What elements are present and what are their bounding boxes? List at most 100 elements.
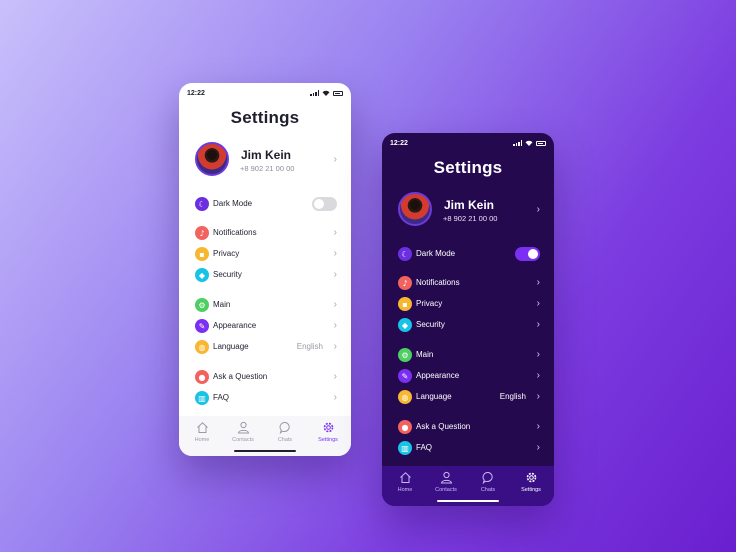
chevron-right-icon: › (333, 299, 337, 310)
dark-mode-row: ☾ Dark Mode (398, 246, 540, 262)
bell-icon: ♪ (398, 276, 412, 290)
settings-item-main[interactable]: ⚙ Main › (195, 297, 337, 313)
settings-item-ask-question[interactable]: ● Ask a Question › (195, 369, 337, 385)
tab-label: Chats (277, 437, 293, 443)
settings-item-language[interactable]: ◍ Language English › (398, 389, 540, 405)
dark-mode-toggle[interactable] (312, 197, 337, 211)
chevron-right-icon: › (333, 248, 337, 259)
paint-icon: ✎ (398, 369, 412, 383)
settings-item-security[interactable]: ◆ Security › (195, 267, 337, 283)
status-time: 12:22 (390, 140, 408, 147)
profile-phone: +8 902 21 00 00 (240, 164, 295, 173)
tab-label: Home (397, 487, 413, 493)
item-label: Ask a Question (416, 422, 471, 431)
wifi-icon (525, 140, 533, 146)
language-value: English (296, 342, 323, 351)
system-icons (310, 90, 343, 96)
status-time: 12:22 (187, 90, 205, 97)
chevron-right-icon: › (333, 371, 337, 382)
chevron-right-icon: › (536, 349, 540, 360)
paint-icon: ✎ (195, 319, 209, 333)
chevron-right-icon: › (536, 370, 540, 381)
moon-icon: ☾ (398, 247, 412, 261)
shield-icon: ◆ (195, 268, 209, 282)
tab-contacts[interactable]: Contacts (428, 471, 464, 493)
phone-light-settings: 12:22 Settings Jim Kein +8 902 21 00 00 … (179, 83, 351, 456)
settings-item-ask-question[interactable]: ● Ask a Question › (398, 419, 540, 435)
tab-bar: Home Contacts Chats Settings (382, 466, 554, 506)
gear-icon (526, 472, 536, 483)
settings-item-faq[interactable]: ▥ FAQ › (398, 440, 540, 456)
settings-item-appearance[interactable]: ✎ Appearance › (398, 368, 540, 384)
item-label: Main (213, 300, 231, 309)
item-label: Language (213, 342, 249, 351)
chat-bubble-icon: ● (195, 370, 209, 384)
chat-icon (482, 472, 493, 484)
chevron-right-icon: › (333, 341, 337, 352)
dark-mode-row: ☾ Dark Mode (195, 196, 337, 212)
chevron-right-icon: › (536, 421, 540, 432)
signal-icon (513, 140, 522, 146)
person-icon (237, 421, 249, 434)
chevron-right-icon: › (333, 154, 337, 165)
settings-item-main[interactable]: ⚙ Main › (398, 347, 540, 363)
settings-item-security[interactable]: ◆ Security › (398, 317, 540, 333)
home-icon (399, 472, 411, 483)
profile-name: Jim Kein (444, 198, 495, 212)
status-bar: 12:22 (382, 139, 554, 149)
profile-phone: +8 902 21 00 00 (443, 214, 498, 223)
tab-home[interactable]: Home (387, 471, 423, 493)
home-indicator (437, 499, 499, 502)
shield-icon: ◆ (398, 318, 412, 332)
tab-contacts[interactable]: Contacts (225, 421, 261, 443)
chevron-right-icon: › (536, 298, 540, 309)
profile-card[interactable]: Jim Kein +8 902 21 00 00 › (195, 142, 337, 178)
tab-label: Settings (318, 437, 338, 443)
tab-chats[interactable]: Chats (267, 421, 303, 443)
settings-item-notifications[interactable]: ♪ Notifications › (195, 225, 337, 241)
avatar (195, 142, 229, 176)
tab-label: Contacts (232, 437, 254, 443)
item-label: FAQ (416, 443, 433, 452)
settings-item-language[interactable]: ◍ Language English › (195, 339, 337, 355)
item-label: FAQ (213, 393, 230, 402)
tab-chats[interactable]: Chats (470, 471, 506, 493)
gear-icon: ⚙ (398, 348, 412, 362)
chat-icon (279, 422, 290, 434)
toggle-knob (528, 249, 538, 259)
tab-bar: Home Contacts Chats Settings (179, 416, 351, 456)
settings-item-appearance[interactable]: ✎ Appearance › (195, 318, 337, 334)
tab-settings[interactable]: Settings (513, 471, 549, 493)
item-label: Notifications (416, 278, 460, 287)
bell-icon: ♪ (195, 226, 209, 240)
dark-mode-toggle[interactable] (515, 247, 540, 261)
signal-icon (310, 90, 319, 96)
phone-dark-settings: 12:22 Settings Jim Kein +8 902 21 00 00 … (382, 133, 554, 506)
item-label: Ask a Question (213, 372, 268, 381)
item-label: Privacy (213, 249, 240, 258)
tab-label: Settings (521, 487, 541, 493)
tab-label: Chats (480, 487, 496, 493)
dark-mode-label: Dark Mode (213, 199, 253, 208)
globe-icon: ◍ (398, 390, 412, 404)
tab-label: Contacts (435, 487, 457, 493)
settings-item-notifications[interactable]: ♪ Notifications › (398, 275, 540, 291)
status-bar: 12:22 (179, 89, 351, 99)
item-label: Security (213, 270, 242, 279)
battery-icon (536, 140, 546, 146)
home-icon (196, 422, 208, 433)
battery-icon (333, 90, 343, 96)
settings-item-privacy[interactable]: ▪ Privacy › (195, 246, 337, 262)
settings-item-privacy[interactable]: ▪ Privacy › (398, 296, 540, 312)
profile-card[interactable]: Jim Kein +8 902 21 00 00 › (398, 192, 540, 228)
lock-icon: ▪ (195, 247, 209, 261)
chevron-right-icon: › (333, 227, 337, 238)
tab-home[interactable]: Home (184, 421, 220, 443)
chat-bubble-icon: ● (398, 420, 412, 434)
profile-name: Jim Kein (241, 148, 292, 162)
dark-mode-label: Dark Mode (416, 249, 456, 258)
gear-icon: ⚙ (195, 298, 209, 312)
tab-settings[interactable]: Settings (310, 421, 346, 443)
settings-item-faq[interactable]: ▥ FAQ › (195, 390, 337, 406)
item-label: Language (416, 392, 452, 401)
